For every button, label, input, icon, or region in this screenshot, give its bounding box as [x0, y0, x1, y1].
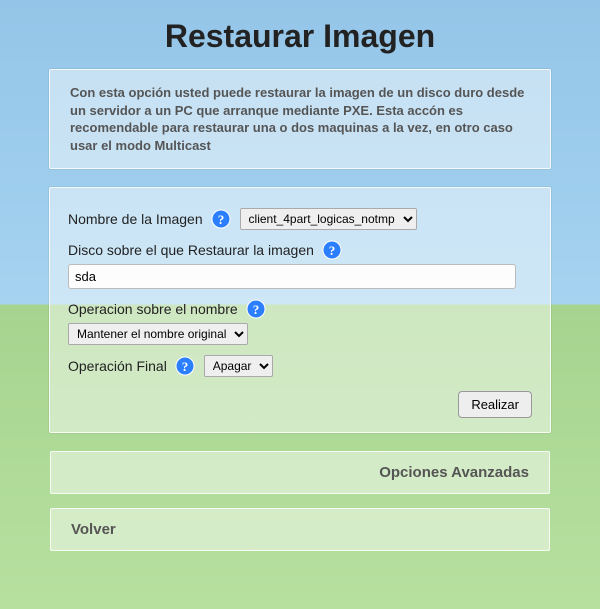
select-name-operation[interactable]: Mantener el nombre original — [68, 323, 248, 345]
select-image-name[interactable]: client_4part_logicas_notmp — [240, 208, 417, 230]
label-image-name: Nombre de la Imagen — [68, 211, 203, 227]
row-name-operation: Operacion sobre el nombre ? Mantener el … — [68, 299, 532, 345]
help-icon[interactable]: ? — [246, 299, 266, 319]
input-target-disk[interactable] — [68, 264, 516, 289]
advanced-options-bar[interactable]: Opciones Avanzadas — [50, 451, 550, 494]
label-target-disk: Disco sobre el que Restaurar la imagen — [68, 242, 314, 258]
row-image-name: Nombre de la Imagen ? client_4part_logic… — [68, 208, 532, 230]
svg-text:?: ? — [182, 359, 189, 374]
description-text: Con esta opción usted puede restaurar la… — [50, 70, 550, 168]
submit-button[interactable]: Realizar — [458, 391, 532, 418]
page-title: Restaurar Imagen — [0, 18, 600, 55]
back-bar[interactable]: Volver — [50, 508, 550, 551]
svg-text:?: ? — [329, 243, 336, 258]
select-final-operation[interactable]: Apagar — [204, 355, 273, 377]
help-icon[interactable]: ? — [211, 209, 231, 229]
row-target-disk: Disco sobre el que Restaurar la imagen ? — [68, 240, 532, 289]
help-icon[interactable]: ? — [175, 356, 195, 376]
description-panel: Con esta opción usted puede restaurar la… — [49, 69, 551, 169]
svg-text:?: ? — [253, 302, 260, 317]
label-final-operation: Operación Final — [68, 358, 167, 374]
row-final-operation: Operación Final ? Apagar — [68, 355, 532, 377]
form-panel: Nombre de la Imagen ? client_4part_logic… — [49, 187, 551, 433]
help-icon[interactable]: ? — [322, 240, 342, 260]
svg-text:?: ? — [218, 212, 225, 227]
label-name-operation: Operacion sobre el nombre — [68, 301, 238, 317]
